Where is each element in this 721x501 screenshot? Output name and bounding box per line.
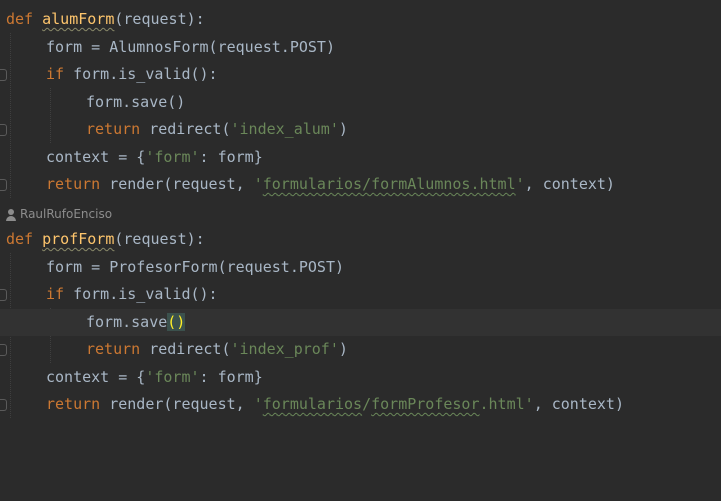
author-name: RaulRufoEnciso: [20, 207, 113, 221]
if-condition: form.is_valid():: [64, 285, 218, 303]
code-line[interactable]: form.save(): [0, 89, 721, 117]
template-extension: .html: [479, 395, 525, 413]
form-assignment: form = ProfesorForm(request.POST): [46, 257, 345, 276]
keyword-def: def: [6, 230, 34, 248]
code-line[interactable]: return render(request, 'formularios/form…: [0, 391, 721, 419]
matched-parens: (): [167, 312, 186, 331]
context-prefix: context = {: [46, 367, 146, 386]
render-args: , context): [524, 175, 615, 193]
keyword-if: if: [46, 65, 65, 83]
context-suffix: : form}: [199, 147, 263, 166]
paren-close: ): [338, 340, 348, 358]
code-line[interactable]: if form.is_valid():: [0, 281, 721, 309]
fold-marker-icon[interactable]: [0, 124, 7, 136]
fold-marker-icon[interactable]: [0, 399, 7, 411]
keyword-return: return: [46, 395, 101, 413]
string-literal: 'form': [145, 367, 200, 386]
code-line[interactable]: context = {'form': form}: [0, 144, 721, 172]
if-condition: form.is_valid():: [64, 65, 218, 83]
form-assignment: form = AlumnosForm(request.POST): [46, 37, 335, 56]
author-annotation[interactable]: RaulRufoEnciso: [6, 204, 112, 224]
context-suffix: : form}: [199, 367, 263, 386]
code-line[interactable]: def profForm(request):: [0, 226, 721, 254]
string-literal: 'form': [145, 147, 200, 166]
function-name[interactable]: profForm: [42, 230, 114, 248]
code-line[interactable]: context = {'form': form}: [0, 364, 721, 392]
return-render: return render(request, 'formularios/form…: [46, 391, 624, 419]
def-line: def alumForm(request):: [6, 6, 205, 34]
code-line[interactable]: return redirect('index_prof'): [0, 336, 721, 364]
template-path[interactable]: formularios/formAlumnos.html: [263, 175, 516, 193]
current-line[interactable]: form.save(): [0, 308, 721, 337]
return-render: return render(request, 'formularios/form…: [46, 171, 615, 199]
template-path-dir[interactable]: formularios: [263, 395, 362, 413]
code-line[interactable]: if form.is_valid():: [0, 61, 721, 89]
render-call: render(request,: [100, 175, 254, 193]
function-signature: (request):: [114, 10, 205, 28]
quote: ': [515, 175, 525, 193]
keyword-if: if: [46, 285, 65, 303]
fold-marker-icon[interactable]: [0, 179, 7, 191]
fold-marker-icon[interactable]: [0, 344, 7, 356]
render-args: , context): [533, 395, 624, 413]
if-statement: if form.is_valid():: [46, 281, 218, 309]
keyword-def: def: [6, 10, 34, 28]
code-line[interactable]: return redirect('index_alum'): [0, 116, 721, 144]
fold-marker-icon[interactable]: [0, 289, 7, 301]
keyword-return: return: [86, 120, 141, 138]
function-signature: (request):: [114, 230, 205, 248]
keyword-return: return: [46, 175, 101, 193]
quote: ': [524, 395, 534, 413]
fold-marker-icon[interactable]: [0, 69, 7, 81]
code-line[interactable]: def alumForm(request):: [0, 6, 721, 34]
save-method: form.save: [86, 312, 168, 331]
code-line[interactable]: form = AlumnosForm(request.POST): [0, 34, 721, 62]
if-statement: if form.is_valid():: [46, 61, 218, 89]
code-line[interactable]: form = ProfesorForm(request.POST): [0, 254, 721, 282]
quote: ': [253, 395, 263, 413]
context-assignment: context = {'form': form}: [46, 144, 263, 172]
quote: ': [253, 175, 263, 193]
paren-close: ): [338, 120, 348, 138]
path-separator: /: [362, 395, 372, 413]
function-name[interactable]: alumForm: [42, 10, 114, 28]
user-icon: [6, 208, 16, 221]
string-literal: 'index_alum': [230, 120, 339, 138]
redirect-call: redirect(: [140, 120, 231, 138]
string-literal: 'index_prof': [230, 340, 339, 358]
context-prefix: context = {: [46, 147, 146, 166]
code-line[interactable]: return render(request, 'formularios/form…: [0, 171, 721, 199]
save-call: form.save(): [86, 309, 186, 337]
return-redirect: return redirect('index_prof'): [86, 336, 348, 364]
redirect-call: redirect(: [140, 340, 231, 358]
def-line: def profForm(request):: [6, 226, 205, 254]
save-call: form.save(): [86, 92, 186, 111]
render-call: render(request,: [100, 395, 254, 413]
keyword-return: return: [86, 340, 141, 358]
template-path-file[interactable]: formProfesor: [371, 395, 479, 413]
code-editor[interactable]: def alumForm(request): form = AlumnosFor…: [0, 0, 721, 433]
return-redirect: return redirect('index_alum'): [86, 116, 348, 144]
context-assignment: context = {'form': form}: [46, 364, 263, 392]
